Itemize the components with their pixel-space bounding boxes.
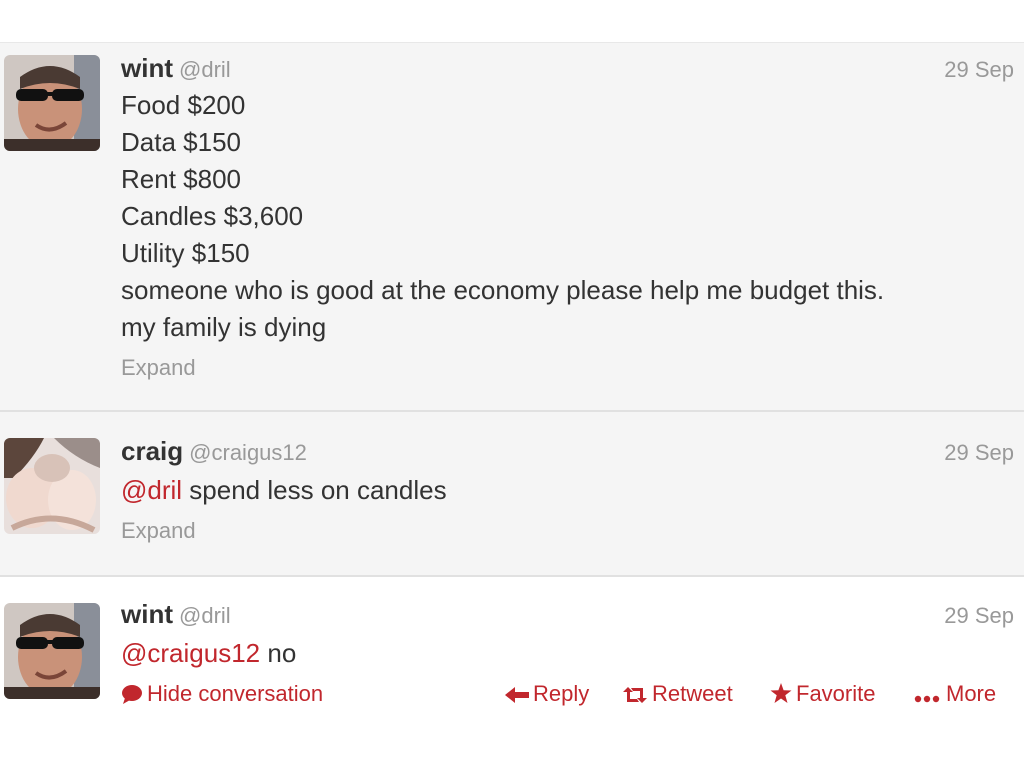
retweet-label: Retweet [652,681,733,706]
tweet-actions: Hide conversation Reply Retweet Favorite… [0,681,1024,711]
tweet-text-line: Food $200 [121,90,246,120]
expand-link[interactable]: Expand [121,355,196,381]
more-button[interactable]: More [914,681,996,707]
hide-conversation-label: Hide conversation [147,681,324,706]
avatar-image [4,438,100,534]
tweet-timestamp[interactable]: 29 Sep [944,603,1014,629]
favorite-label: Favorite [796,681,876,706]
tweet-text: @craigus12 no [121,635,1001,672]
reply-label: Reply [533,681,590,706]
tweet-text-line: @craigus12 no [121,635,1001,672]
expand-link[interactable]: Expand [121,518,196,544]
dots-icon [914,695,940,703]
star-icon [770,683,792,703]
tweet-text-line: someone who is good at the economy pleas… [121,275,885,305]
tweet-text-content: spend less on candles [182,475,447,505]
mention-link[interactable]: @craigus12 [121,638,260,668]
tweet-header: wint @dril [121,53,231,84]
retweet-button[interactable]: Retweet [622,681,733,707]
avatar-image [4,55,100,151]
tweet-text-line: Data $150 [121,127,241,157]
tweet-text-line: Rent $800 [121,164,241,194]
retweet-icon [623,687,647,703]
tweet-timestamp[interactable]: 29 Sep [944,57,1014,83]
tweet-text: Food $200 Data $150 Rent $800 Candles $3… [121,87,1001,346]
avatar[interactable] [4,438,100,534]
more-label: More [946,681,997,706]
user-name[interactable]: craig [121,436,183,466]
tweet-text-line: Candles $3,600 [121,201,304,231]
avatar[interactable] [4,55,100,151]
mention-link[interactable]: @dril [121,475,182,505]
reply-arrow-icon [505,687,529,703]
user-name[interactable]: wint [121,599,173,629]
user-name[interactable]: wint [121,53,173,83]
user-handle[interactable]: @dril [179,57,231,82]
user-handle[interactable]: @craigus12 [189,440,307,465]
tweet-item[interactable]: wint @dril 29 Sep Food $200 Data $150 Ren… [0,42,1024,410]
user-handle[interactable]: @dril [179,603,231,628]
tweet-text-content: no [260,638,297,668]
tweet-item[interactable]: craig @craigus12 29 Sep @dril spend less … [0,410,1024,575]
tweet-item[interactable]: wint @dril 29 Sep @craigus12 no Hide conv… [0,575,1024,725]
hide-conversation-button[interactable]: Hide conversation [121,681,323,707]
favorite-button[interactable]: Favorite [770,681,875,707]
reply-button[interactable]: Reply [505,681,589,707]
tweet-timestamp[interactable]: 29 Sep [944,440,1014,466]
tweet-text-line: Utility $150 [121,238,250,268]
tweet-header: craig @craigus12 [121,436,307,467]
tweet-text: @dril spend less on candles [121,472,1001,509]
tweet-header: wint @dril [121,599,231,630]
speech-bubble-icon [122,685,142,704]
tweet-text-line: @dril spend less on candles [121,472,1001,509]
tweet-text-line: my family is dying [121,312,327,342]
